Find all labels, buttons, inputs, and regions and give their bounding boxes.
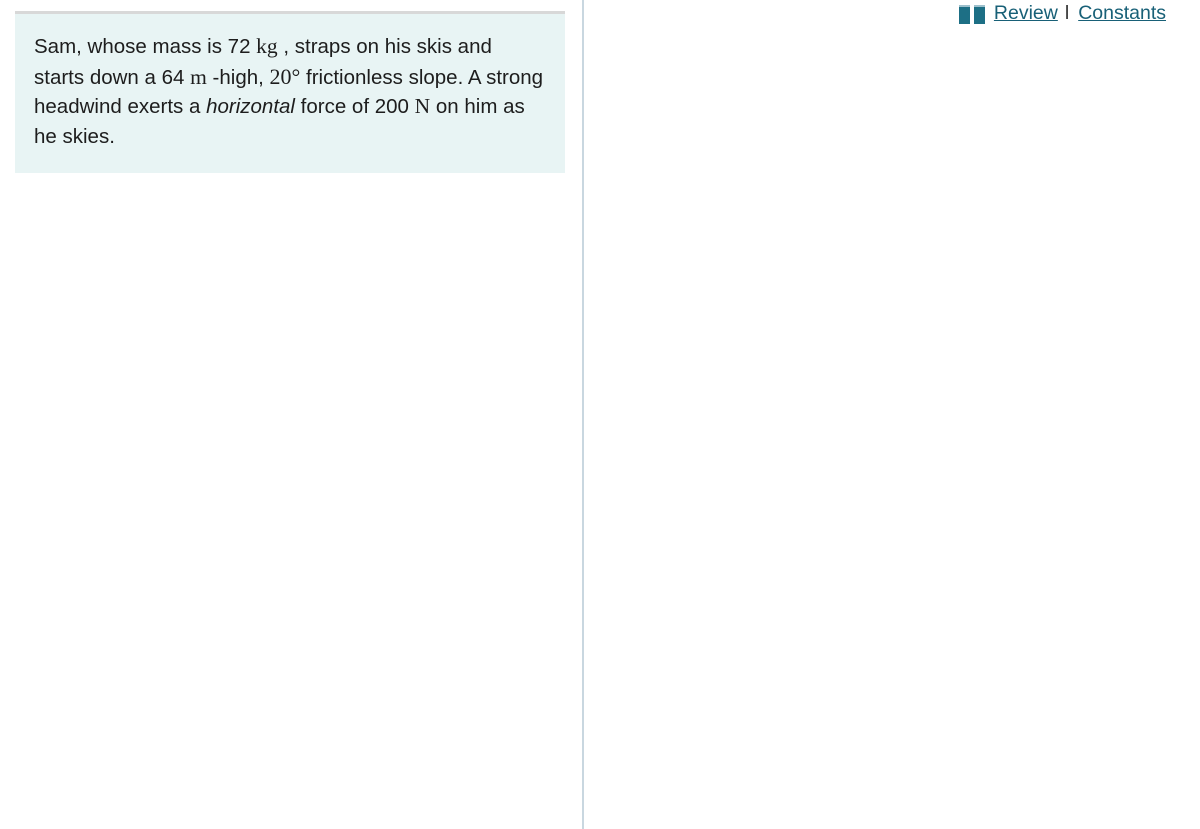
problem-emphasis-horizontal: horizontal — [206, 95, 295, 118]
problem-statement-text: Sam, whose mass is 72 kg , straps on his… — [34, 32, 546, 151]
link-separator: l — [1064, 2, 1070, 24]
problem-seg-0: Sam, whose mass is 72 — [34, 35, 257, 58]
problem-seg-8: force of 200 — [294, 95, 415, 118]
problem-unit-newton: N — [414, 94, 431, 118]
problem-unit-m: m — [190, 64, 207, 89]
review-constants-bar: Review l Constants — [958, 2, 1166, 25]
problem-angle: 20° — [269, 63, 301, 89]
problem-page: Sam, whose mass is 72 kg , straps on his… — [0, 0, 1200, 829]
answer-pane: Review l Constants Use work and energy t… — [584, 0, 1200, 829]
book-icon — [958, 4, 985, 24]
problem-unit-kg: kg — [256, 34, 278, 58]
constants-link[interactable]: Constants — [1078, 2, 1166, 25]
problem-seg-4: -high, — [206, 65, 270, 89]
problem-pane: Sam, whose mass is 72 kg , straps on his… — [0, 0, 584, 829]
problem-statement-box: Sam, whose mass is 72 kg , straps on his… — [15, 11, 565, 173]
review-link[interactable]: Review — [994, 2, 1058, 25]
